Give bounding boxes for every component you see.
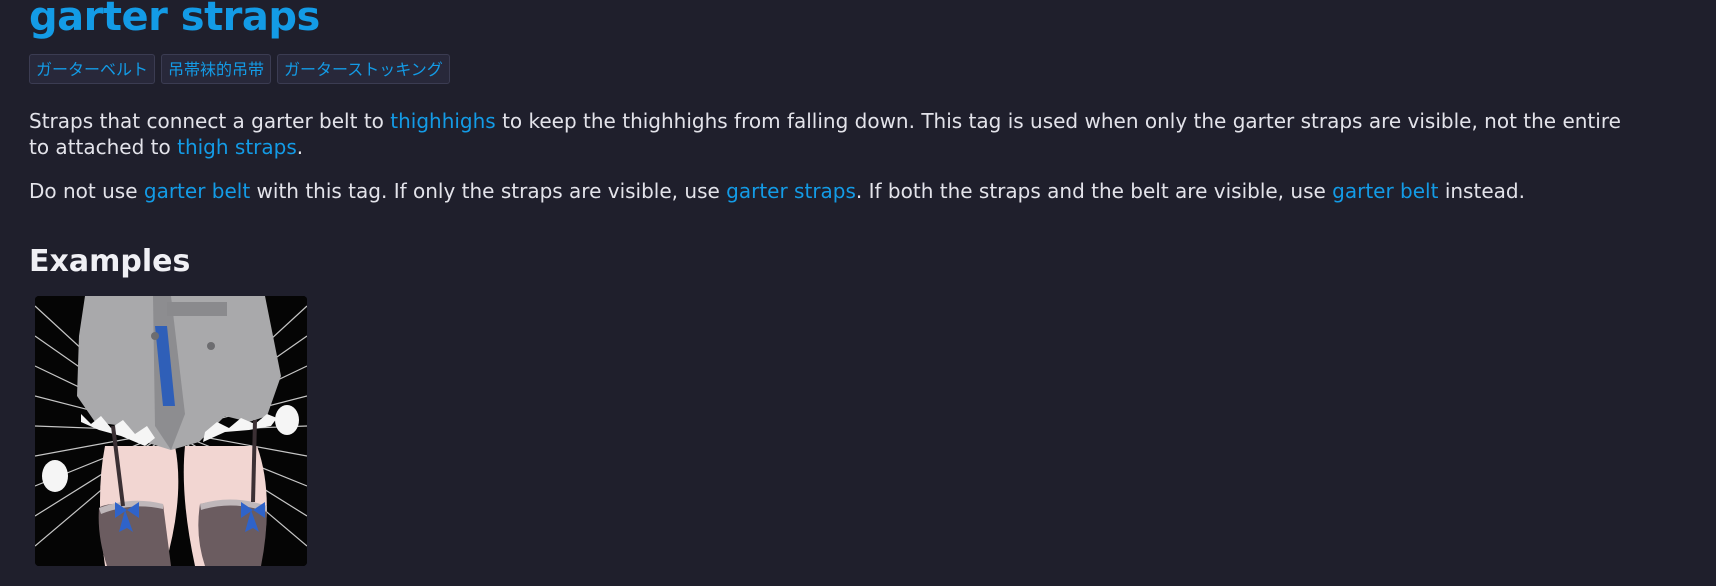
link-garter-belt[interactable]: garter belt [1332, 179, 1438, 203]
other-name-tag[interactable]: ガーターベルト [29, 54, 156, 84]
text-span: to attached to [29, 135, 178, 159]
wiki-page: garter straps ガーターベルト 吊帯袜的吊带 ガーターストッキング … [0, 0, 1716, 586]
link-thighhighs[interactable]: thighhighs [390, 109, 495, 133]
link-thigh-straps[interactable]: thigh straps [177, 135, 297, 159]
example-thumbnail[interactable] [35, 296, 307, 566]
page-title: garter straps [29, 0, 320, 40]
text-span: with this tag. If only the straps are vi… [250, 179, 727, 203]
example-illustration [35, 296, 307, 566]
text-span: . [296, 135, 304, 159]
description-paragraph-2: Do not use garter belt with this tag. If… [29, 178, 1525, 204]
text-span: Straps that connect a garter belt to [29, 109, 391, 133]
text-span: Do not use [29, 179, 144, 203]
other-name-tag[interactable]: 吊帯袜的吊带 [161, 54, 272, 84]
other-names-list: ガーターベルト 吊帯袜的吊带 ガーターストッキング [29, 54, 450, 84]
description-paragraph-1: Straps that connect a garter belt to thi… [29, 108, 1621, 160]
other-name-tag[interactable]: ガーターストッキング [277, 54, 450, 84]
text-span: . If both the straps and the belt are vi… [855, 179, 1333, 203]
text-span: to keep the thighhighs from falling down… [495, 109, 1621, 133]
examples-heading: Examples [29, 244, 191, 279]
text-span: instead. [1438, 179, 1525, 203]
link-garter-straps[interactable]: garter straps [726, 179, 856, 203]
link-garter-belt[interactable]: garter belt [144, 179, 250, 203]
